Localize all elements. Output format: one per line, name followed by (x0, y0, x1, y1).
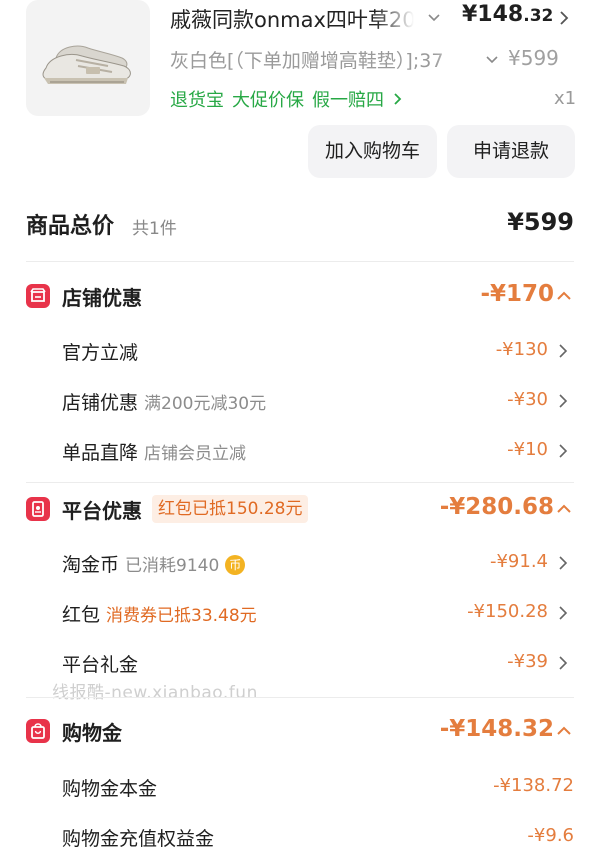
price-main: ¥148 (462, 2, 524, 27)
discount-note: 已消耗9140 (125, 556, 220, 576)
chevron-up-icon[interactable] (554, 499, 574, 519)
discount-label: 官方立减 (62, 342, 139, 364)
product-image[interactable] (26, 0, 150, 116)
shop-icon (26, 284, 50, 308)
total-row: 商品总价 共1件 ¥599 (0, 200, 600, 252)
store-discount-header[interactable]: 店铺优惠 -¥170 (0, 278, 600, 318)
section-amount: -¥148.32 (439, 716, 554, 742)
chevron-down-icon[interactable] (426, 8, 442, 28)
divider (26, 697, 574, 698)
service-tag[interactable]: 退货宝 (170, 90, 224, 111)
discount-amount: -¥10 (507, 439, 548, 460)
chevron-right-icon[interactable] (556, 392, 570, 410)
discount-label: 平台礼金 (62, 654, 139, 676)
coin-icon: 币 (225, 555, 246, 575)
discount-amount: -¥150.28 (467, 601, 548, 622)
discount-note: 消费券已抵33.48元 (106, 606, 257, 626)
discount-amount: -¥39 (507, 651, 548, 672)
total-price: ¥599 (507, 208, 574, 236)
chevron-right-icon[interactable] (556, 604, 570, 622)
chevron-down-icon[interactable] (484, 50, 500, 70)
discount-row[interactable]: 官方立减 -¥130 (0, 334, 600, 370)
shopping-money-amount: -¥9.6 (527, 825, 574, 846)
product-variant[interactable]: 灰白色[（下单加赠增高鞋垫）];37 (170, 46, 470, 74)
discount-row[interactable]: 单品直降 店铺会员立减 -¥10 (0, 434, 600, 470)
chevron-right-icon[interactable] (556, 442, 570, 460)
chevron-right-icon[interactable] (556, 554, 570, 572)
shopping-money-label: 购物金充值权益金 (62, 828, 215, 850)
watermark: 线报酷-new.xianbao.fun (52, 683, 258, 703)
shopping-bag-icon (26, 719, 50, 743)
product-card[interactable]: 戚薇同款onmax四叶草2024 ¥148.32 灰白色[（下单加赠增高鞋垫）]… (0, 0, 600, 195)
original-price: ¥599 (508, 46, 559, 70)
divider (26, 482, 574, 483)
red-packet-icon (26, 497, 50, 521)
section-amount: -¥280.68 (439, 494, 554, 520)
shopping-money-row: 购物金本金 -¥138.72 (0, 770, 600, 806)
chevron-right-icon[interactable] (556, 654, 570, 672)
discount-note: 店铺会员立减 (144, 444, 247, 464)
section-title: 平台优惠 (62, 499, 142, 523)
product-title[interactable]: 戚薇同款onmax四叶草2024 (170, 4, 414, 36)
price-decimal: .32 (523, 6, 554, 26)
discount-amount: -¥30 (507, 389, 548, 410)
discount-label: 店铺优惠 (62, 392, 139, 414)
discount-row[interactable]: 红包 消费券已抵33.48元 -¥150.28 (0, 596, 600, 632)
shopping-money-amount: -¥138.72 (493, 775, 574, 796)
service-tags[interactable]: 退货宝 大促价保 假一赔四 (170, 86, 404, 114)
discount-row[interactable]: 淘金币 已消耗9140 币 -¥91.4 (0, 546, 600, 582)
shopping-money-header[interactable]: 购物金 -¥148.32 (0, 713, 600, 753)
service-tag[interactable]: 大促价保 (232, 90, 304, 111)
shopping-money-label: 购物金本金 (62, 778, 158, 800)
discount-amount: -¥130 (495, 339, 548, 360)
chevron-right-icon[interactable] (556, 6, 572, 30)
divider (26, 261, 574, 262)
discount-note: 满200元减30元 (144, 394, 267, 414)
product-quantity: x1 (554, 88, 577, 109)
section-title: 店铺优惠 (62, 286, 142, 310)
chevron-up-icon[interactable] (554, 286, 574, 306)
discount-label: 单品直降 (62, 442, 139, 464)
red-packet-badge: 红包已抵150.28元 (152, 495, 309, 523)
discount-amount: -¥91.4 (489, 551, 548, 572)
discount-row[interactable]: 店铺优惠 满200元减30元 -¥30 (0, 384, 600, 420)
item-count: 共1件 (132, 219, 177, 239)
platform-discount-header[interactable]: 平台优惠 红包已抵150.28元 -¥280.68 (0, 491, 600, 531)
request-refund-button[interactable]: 申请退款 (447, 125, 575, 178)
shopping-money-row: 购物金充值权益金 -¥9.6 (0, 820, 600, 856)
section-amount: -¥170 (480, 281, 554, 307)
section-title: 购物金 (62, 721, 122, 745)
discount-label: 淘金币 (62, 554, 120, 576)
chevron-right-icon[interactable] (556, 342, 570, 360)
chevron-right-icon[interactable] (392, 91, 404, 107)
discount-row[interactable]: 平台礼金 -¥39 (0, 646, 600, 682)
total-label: 商品总价 (26, 214, 115, 239)
chevron-up-icon[interactable] (554, 721, 574, 741)
sneaker-image (42, 45, 131, 84)
product-price: ¥148.32 (462, 2, 553, 36)
add-to-cart-button[interactable]: 加入购物车 (308, 125, 437, 178)
service-tag[interactable]: 假一赔四 (312, 90, 384, 111)
discount-label: 红包 (62, 604, 101, 626)
